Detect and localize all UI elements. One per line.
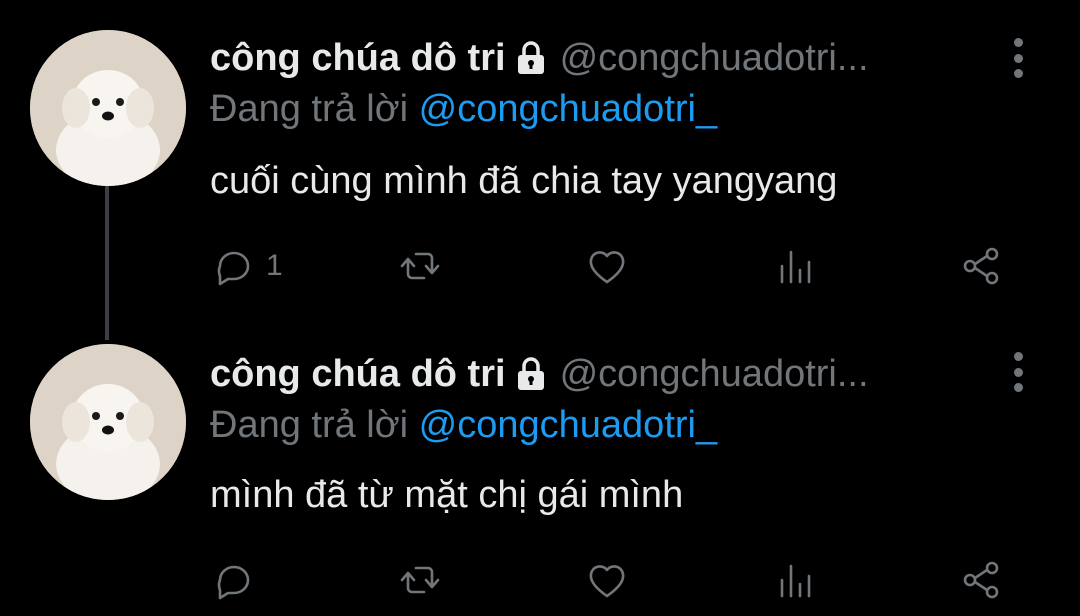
reply-button[interactable] <box>212 558 266 602</box>
display-name[interactable]: công chúa dô tri <box>210 353 506 396</box>
views-icon <box>780 250 811 284</box>
retweet-icon <box>400 566 440 594</box>
like-button[interactable] <box>585 244 629 288</box>
more-vertical-icon[interactable] <box>1008 352 1028 392</box>
share-icon <box>963 561 999 599</box>
heart-icon <box>589 251 625 284</box>
more-vertical-icon[interactable] <box>1008 38 1028 78</box>
reply-icon <box>217 565 250 600</box>
share-button[interactable] <box>960 244 1004 288</box>
views-button[interactable] <box>774 558 818 602</box>
reply-prefix: Đang trả lời <box>210 88 419 130</box>
handle[interactable]: @congchuadotri... <box>560 353 869 396</box>
tweet-text: mình đã từ mặt chị gái mình <box>210 474 684 516</box>
share-icon <box>963 247 999 285</box>
lock-icon <box>512 39 550 77</box>
avatar[interactable] <box>30 30 186 186</box>
views-icon <box>780 564 811 598</box>
tweet-text: cuối cùng mình đã chia tay yangyang <box>210 160 838 202</box>
dog-avatar-image <box>30 344 186 500</box>
handle[interactable]: @congchuadotri... <box>560 37 869 80</box>
retweet-button[interactable] <box>398 558 442 602</box>
retweet-button[interactable] <box>398 244 442 288</box>
replying-to: Đang trả lời @congchuadotri_ <box>210 404 717 447</box>
reply-mention-link[interactable]: @congchuadotri_ <box>419 404 717 446</box>
retweet-icon <box>400 252 440 280</box>
avatar[interactable] <box>30 344 186 500</box>
tweet-actions: 1 <box>0 244 1080 294</box>
reply-mention-link[interactable]: @congchuadotri_ <box>419 88 717 130</box>
reply-prefix: Đang trả lời <box>210 404 419 446</box>
tweet-actions <box>0 558 1080 608</box>
reply-count: 1 <box>266 249 283 282</box>
lock-icon <box>512 355 550 393</box>
tweet-header: công chúa dô tri @congchuadotri... <box>210 344 869 404</box>
reply-button[interactable]: 1 <box>212 244 283 288</box>
reply-icon <box>217 251 250 286</box>
tweet-1[interactable]: công chúa dô tri @congchuadotri... Đang … <box>0 0 1080 300</box>
display-name[interactable]: công chúa dô tri <box>210 37 506 80</box>
tweet-2[interactable]: công chúa dô tri @congchuadotri... Đang … <box>0 316 1080 616</box>
replying-to: Đang trả lời @congchuadotri_ <box>210 88 717 131</box>
heart-icon <box>589 565 625 598</box>
share-button[interactable] <box>960 558 1004 602</box>
views-button[interactable] <box>774 244 818 288</box>
like-button[interactable] <box>585 558 629 602</box>
tweet-header: công chúa dô tri @congchuadotri... <box>210 28 869 88</box>
dog-avatar-image <box>30 30 186 186</box>
